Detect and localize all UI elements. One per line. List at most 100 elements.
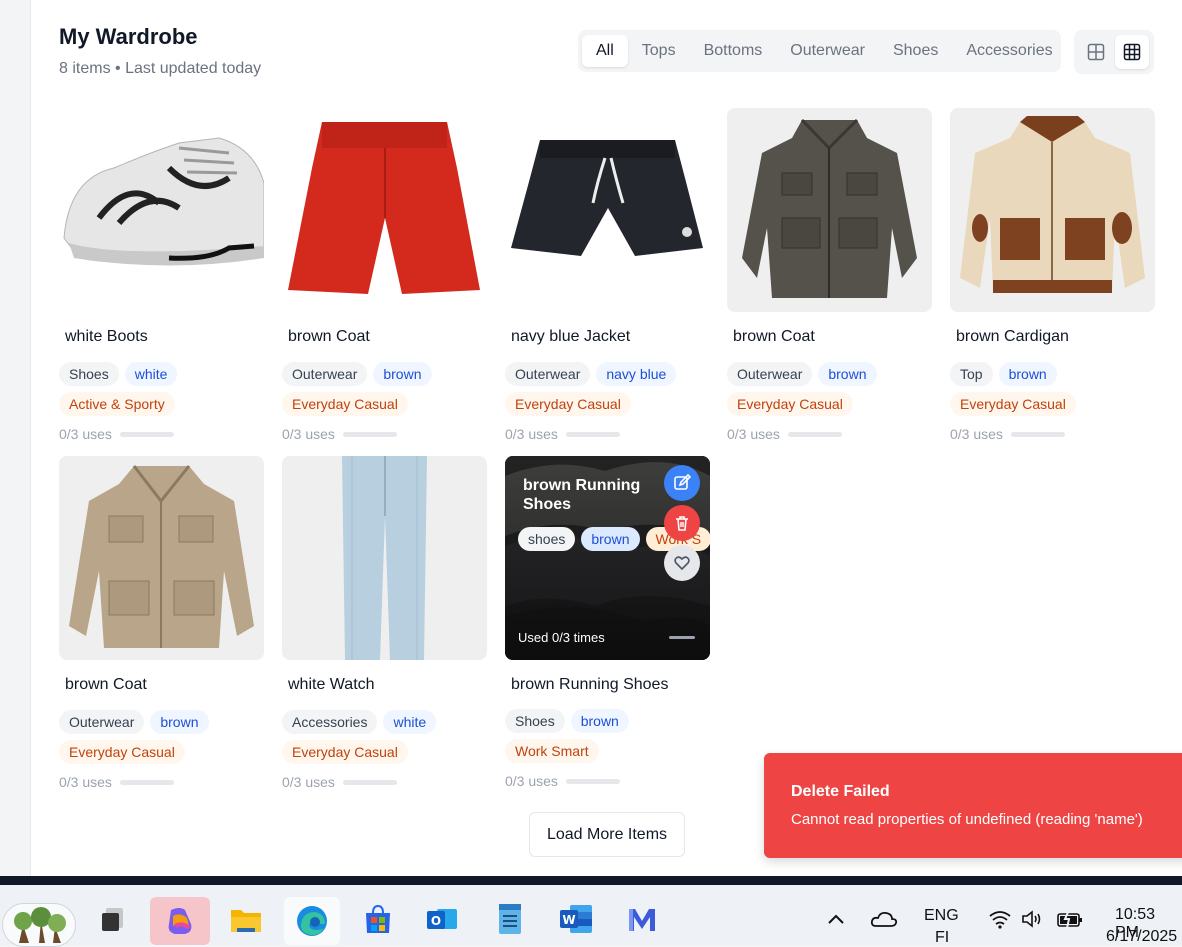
item-name: white Watch [288,676,375,693]
show-hidden-icons-button[interactable] [818,897,854,941]
wardrobe-item-card[interactable]: white Boots Shoes white Active & Sporty … [59,108,264,442]
clock-date[interactable]: 6/17/2025 [1106,928,1177,946]
navy-shorts-image [511,140,703,256]
item-image[interactable] [59,456,264,660]
item-tags: Outerwear brown Everyday Casual [727,362,932,416]
usage-bar [565,778,620,784]
wifi-icon [989,911,1011,929]
outlook-icon: O [427,909,457,929]
filter-tab-tops[interactable]: Tops [628,35,690,67]
notepad-button[interactable] [488,897,532,941]
usage-row: 0/3 uses [950,426,1155,442]
filter-tab-outerwear[interactable]: Outerwear [776,35,879,67]
item-name: brown Cardigan [956,328,1069,345]
type-tag: Accessories [282,710,378,734]
wifi-status[interactable] [982,897,1018,941]
item-name: brown Running Shoes [511,676,669,693]
grid-3x3-icon [1123,43,1141,61]
copilot-button[interactable] [150,897,210,945]
wardrobe-item-card[interactable]: brown Coat Outerwear brown Everyday Casu… [282,108,487,442]
large-grid-view-button[interactable] [1079,35,1113,69]
hover-usage-text: Used 0/3 times [518,630,605,645]
item-tags: Shoes white Active & Sporty [59,362,264,416]
item-image[interactable] [950,108,1155,312]
widgets-button[interactable] [2,903,76,947]
item-image[interactable] [59,108,264,312]
wardrobe-item-card[interactable]: brown Coat Outerwear brown Everyday Casu… [727,108,932,442]
item-name: brown Coat [65,676,147,693]
volume-status[interactable] [1014,897,1050,941]
usage-bar [119,431,174,437]
folder-icon [231,910,261,932]
edge-button[interactable] [284,897,340,945]
error-toast[interactable]: Delete Failed Cannot read properties of … [764,753,1182,858]
item-name: white Boots [65,328,148,345]
store-icon [366,904,390,933]
item-tags: Outerwear brown Everyday Casual [59,710,264,764]
usage-row: 0/3 uses [727,426,932,442]
onedrive-button[interactable] [864,897,904,941]
language-indicator-line1[interactable]: ENG [924,907,959,925]
color-tag: navy blue [596,362,677,386]
usage-row: 0/3 uses [59,426,264,442]
item-tags: Shoes brown Work Smart [505,709,710,763]
item-image[interactable]: brown Running Shoes shoes brown Work S U… [505,456,710,660]
usage-bar [565,431,620,437]
hover-type-tag: shoes [518,527,576,551]
load-more-button[interactable]: Load More Items [529,812,685,857]
wardrobe-item-card[interactable]: white Watch Accessories white Everyday C… [282,456,487,790]
item-tags: Outerwear brown Everyday Casual [282,362,487,416]
filter-tab-accessories[interactable]: Accessories [952,35,1066,67]
item-image[interactable] [727,108,932,312]
battery-charging-icon [1057,910,1082,928]
wardrobe-item-card[interactable]: brown Cardigan Top brown Everyday Casual… [950,108,1155,442]
battery-status[interactable] [1050,897,1090,941]
type-tag: Outerwear [727,362,813,386]
tweed-coat-image [742,118,917,298]
svg-text:W: W [562,913,575,927]
store-button[interactable] [356,897,400,941]
usage-row: 0/3 uses [505,773,710,789]
filter-tab-shoes[interactable]: Shoes [879,35,952,67]
word-icon: W [560,905,592,933]
item-image[interactable] [282,456,487,660]
wardrobe-item-card[interactable]: brown Running Shoes shoes brown Work S U… [505,456,710,789]
wardrobe-item-card[interactable]: brown Coat Outerwear brown Everyday Casu… [59,456,264,790]
delete-item-button[interactable] [664,505,700,541]
color-tag: brown [150,710,209,734]
usage-text: 0/3 uses [59,426,112,442]
color-tag: white [383,710,437,734]
usage-bar [342,431,397,437]
filter-tab-bottoms[interactable]: Bottoms [690,35,777,67]
type-tag: Outerwear [59,710,145,734]
task-view-button[interactable] [90,897,134,941]
wardrobe-item-card[interactable]: navy blue Jacket Outerwear navy blue Eve… [505,108,710,442]
item-tags: Accessories white Everyday Casual [282,710,487,764]
language-indicator-line2[interactable]: FI [935,929,949,947]
windows-taskbar: O W ENG FI 10:53 PM 6/17/2025 [0,885,1182,947]
light-jeans-image [342,456,427,660]
edit-item-button[interactable] [664,465,700,501]
app-m-button[interactable] [620,897,664,941]
file-explorer-button[interactable] [224,897,268,941]
usage-text: 0/3 uses [59,774,112,790]
outlook-button[interactable]: O [420,897,464,941]
wardrobe-panel: My Wardrobe 8 items • Last updated today… [30,0,1182,876]
item-tags: Outerwear navy blue Everyday Casual [505,362,710,416]
style-tag: Everyday Casual [282,740,408,764]
word-button[interactable]: W [554,897,598,941]
color-tag: brown [373,362,432,386]
compact-grid-view-button[interactable] [1115,35,1149,69]
page-title: My Wardrobe [59,24,198,49]
edge-icon [297,906,327,936]
filter-tab-all[interactable]: All [582,35,628,67]
item-image[interactable] [282,108,487,312]
toast-title: Delete Failed [791,783,890,800]
item-image[interactable] [505,108,710,312]
toast-message: Cannot read properties of undefined (rea… [791,811,1143,828]
usage-text: 0/3 uses [282,774,335,790]
favorite-item-button[interactable] [664,545,700,581]
cloud-icon [870,911,898,927]
taskbar-border [0,876,1182,885]
usage-row: 0/3 uses [282,774,487,790]
